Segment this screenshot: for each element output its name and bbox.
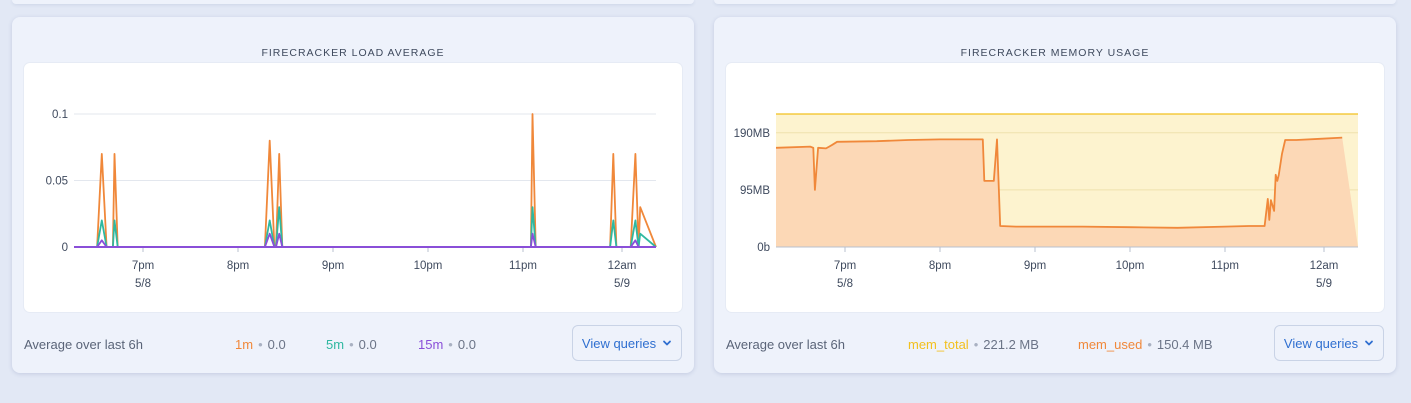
- legend-name: 5m: [326, 337, 345, 352]
- y-tick-label: 0.1: [52, 109, 68, 121]
- x-tick-label: 12am: [608, 260, 637, 272]
- chart-area: 0b 95MB 190MB 7pm 5/8 8pm 9pm 10pm 11pm 12am 5/9: [726, 63, 1384, 312]
- legend-name: mem_total: [908, 337, 969, 352]
- y-tick-label: 190MB: [734, 128, 771, 140]
- load-average-chart[interactable]: 0 0.05 0.1 7pm 5/8 8pm 9pm 10pm 11pm 12am 5/9: [24, 63, 682, 312]
- legend-value: 0.0: [267, 337, 286, 352]
- x-tick-label: 10pm: [1116, 260, 1145, 272]
- x-tick-label: 5/9: [1316, 278, 1332, 290]
- x-tick-label: 10pm: [414, 260, 443, 272]
- legend-name: 1m: [235, 337, 254, 352]
- separator-dot: •: [973, 337, 979, 352]
- legend-name: 15m: [418, 337, 444, 352]
- legend-item-1m[interactable]: 1m • 0.0: [235, 337, 286, 352]
- y-tick-label: 0: [62, 242, 68, 254]
- view-queries-label: View queries: [1283, 335, 1359, 351]
- series-line-15m: [74, 232, 656, 248]
- x-tick-label: 12am: [1310, 260, 1339, 272]
- x-tick-label: 9pm: [322, 260, 344, 272]
- series-line-5m: [74, 206, 657, 248]
- view-queries-button[interactable]: View queries: [1274, 325, 1384, 361]
- chart-area: 0 0.05 0.1 7pm 5/8 8pm 9pm 10pm 11pm 12am 5/9: [24, 63, 682, 312]
- y-tick-label: 0b: [757, 242, 770, 254]
- panel-title: FIRECRACKER MEMORY USAGE: [960, 47, 1150, 59]
- load-average-panel: FIRECRACKER LOAD AVERAGE 0 0.05 0.1 7pm 5/8 8…: [12, 17, 694, 373]
- separator-dot: •: [349, 337, 354, 352]
- legend-value: 150.4 MB: [1156, 337, 1213, 352]
- chevron-down-icon: [663, 340, 671, 346]
- top-edge: [0, 0, 1411, 6]
- legend-name: mem_used: [1078, 337, 1143, 352]
- legend-value: 221.2 MB: [983, 337, 1039, 352]
- x-tick-label: 7pm: [834, 260, 856, 272]
- x-tick-label: 11pm: [1211, 260, 1239, 272]
- chevron-down-icon: [1365, 340, 1373, 346]
- view-queries-label: View queries: [581, 335, 657, 351]
- x-tick-label: 5/8: [837, 278, 853, 290]
- panel-footer: Average over last 6h 1m • 0.0 5m • 0.0 15m • 0…: [24, 325, 682, 363]
- x-tick-label: 7pm: [132, 260, 154, 272]
- x-tick-label: 5/9: [614, 278, 630, 290]
- legend-value: 0.0: [358, 337, 377, 352]
- x-tick-label: 11pm: [509, 260, 537, 272]
- footer-label: Average over last 6h: [24, 337, 143, 352]
- memory-usage-panel: FIRECRACKER MEMORY USAGE 0b 95MB 190MB 7pm 5…: [714, 17, 1396, 373]
- view-queries-button[interactable]: View queries: [572, 325, 682, 361]
- x-tick-label: 9pm: [1024, 260, 1046, 272]
- previous-card-edge: [12, 0, 694, 4]
- y-tick-label: 0.05: [46, 176, 68, 188]
- panel-footer: Average over last 6h mem_total • 221.2 MB …: [726, 325, 1384, 363]
- separator-dot: •: [1147, 337, 1152, 352]
- x-tick-label: 8pm: [227, 260, 249, 272]
- legend-item-5m[interactable]: 5m • 0.0: [326, 337, 377, 352]
- y-tick-label: 95MB: [740, 185, 770, 197]
- x-tick-label: 8pm: [929, 260, 951, 272]
- legend-item-mem-total[interactable]: mem_total • 221.2 MB: [908, 337, 1039, 352]
- legend-item-mem-used[interactable]: mem_used • 150.4 MB: [1078, 337, 1213, 352]
- separator-dot: •: [258, 337, 263, 352]
- previous-card-edge: [714, 0, 1396, 4]
- legend-item-15m[interactable]: 15m • 0.0: [418, 337, 476, 352]
- panel-title: FIRECRACKER LOAD AVERAGE: [261, 47, 445, 59]
- footer-label: Average over last 6h: [726, 337, 845, 352]
- separator-dot: •: [448, 337, 453, 352]
- legend-value: 0.0: [457, 337, 476, 352]
- x-tick-label: 5/8: [135, 278, 151, 290]
- memory-usage-chart[interactable]: 0b 95MB 190MB 7pm 5/8 8pm 9pm 10pm 11pm 12am 5/9: [726, 63, 1384, 312]
